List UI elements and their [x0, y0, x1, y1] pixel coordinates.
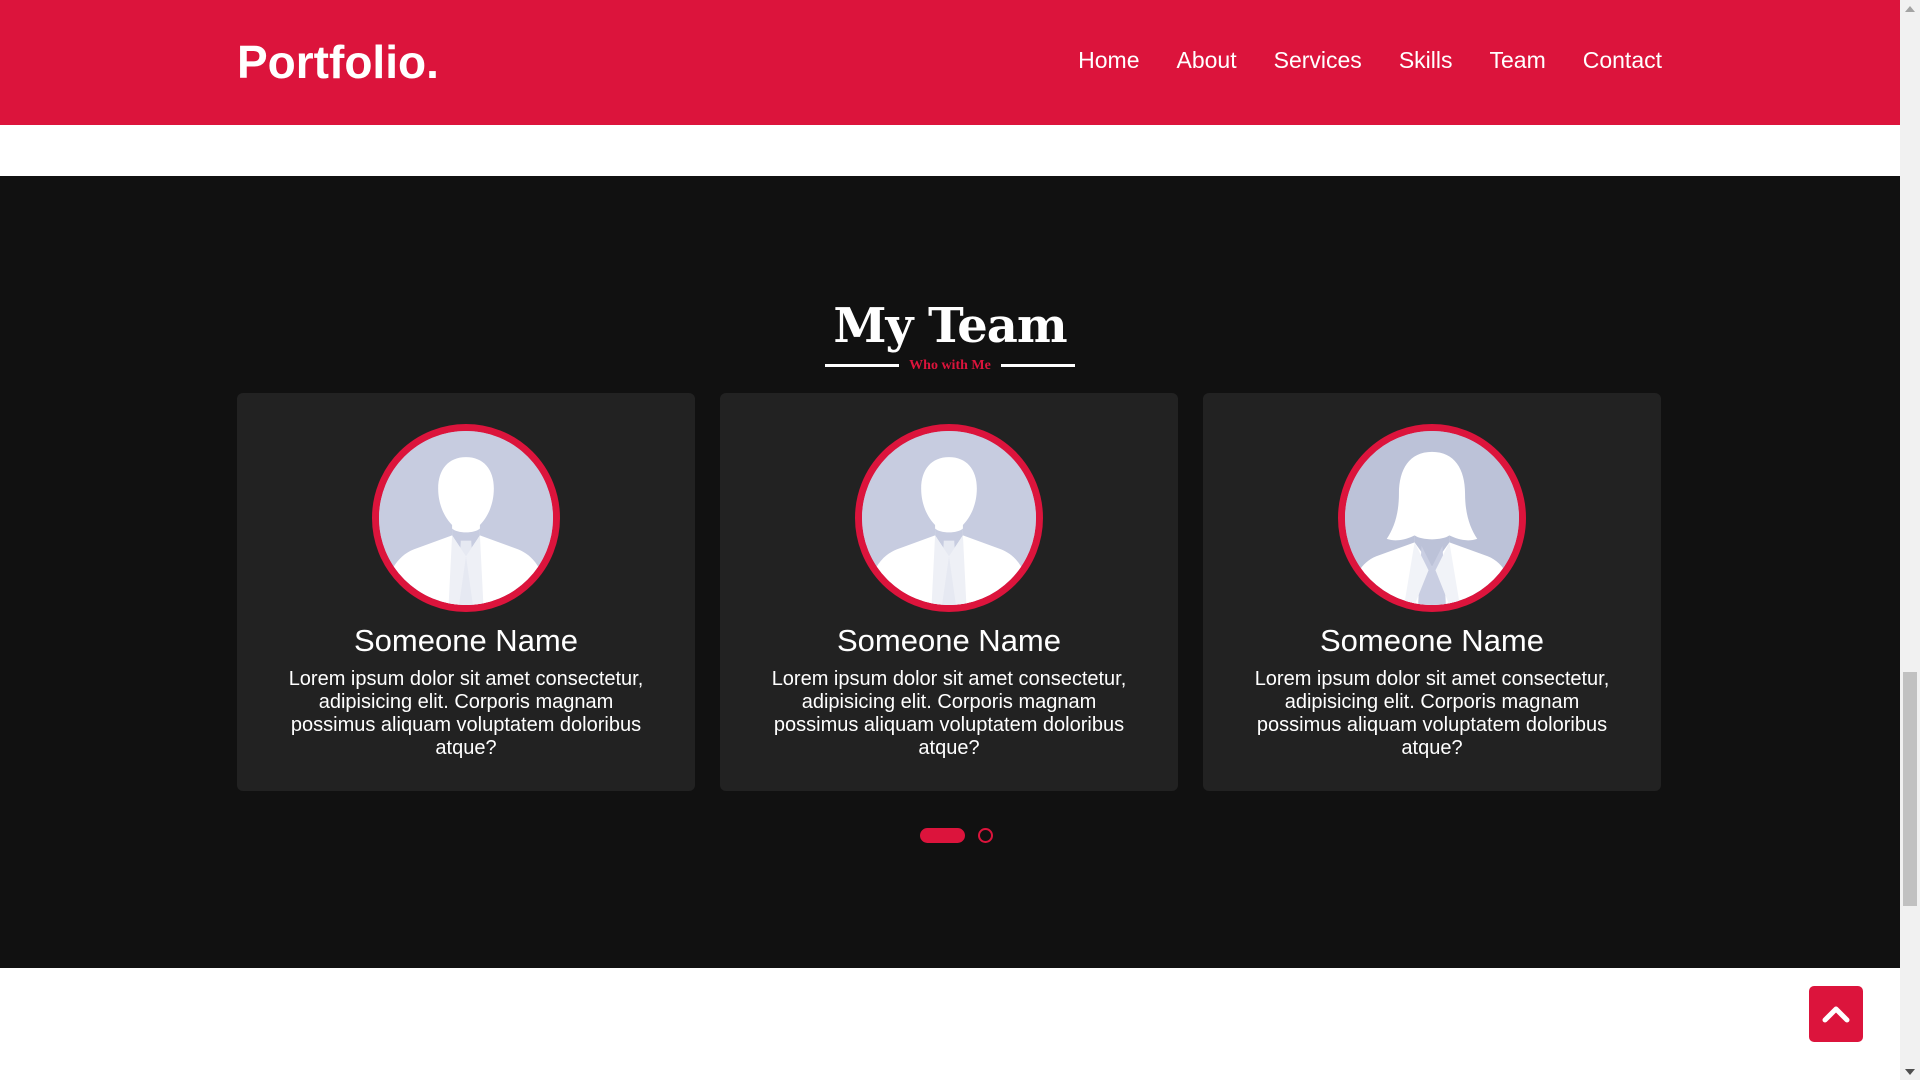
navbar: Portfolio. Home About Services Skills Te… — [0, 0, 1900, 125]
carousel-dot-2[interactable] — [977, 828, 993, 843]
team-carousel[interactable]: Someone Name Lorem ipsum dolor sit amet … — [237, 393, 1661, 791]
scroll-to-top-button[interactable] — [1809, 986, 1863, 1042]
member-description: Lorem ipsum dolor sit amet consectetur, … — [771, 668, 1127, 759]
member-name: Someone Name — [836, 623, 1061, 658]
team-section: My Team Who with Me Someone Name Lorem i… — [0, 176, 1900, 968]
member-name: Someone Name — [1319, 623, 1544, 658]
male-silhouette-icon — [379, 431, 553, 605]
chevron-up-icon — [1822, 1006, 1850, 1023]
male-silhouette-icon — [862, 431, 1036, 605]
nav-team[interactable]: Team — [1489, 46, 1545, 74]
nav-menu: Home About Services Skills Team Contact — [1078, 46, 1662, 74]
avatar — [855, 424, 1043, 612]
scroll-down-arrow[interactable] — [1900, 1063, 1920, 1080]
team-card: Someone Name Lorem ipsum dolor sit amet … — [720, 393, 1178, 791]
avatar — [372, 424, 560, 612]
brand-logo[interactable]: Portfolio. — [237, 36, 439, 88]
nav-skills[interactable]: Skills — [1399, 46, 1453, 74]
team-subtitle-row: Who with Me — [825, 356, 1075, 376]
team-title: My Team — [833, 298, 1067, 354]
member-description: Lorem ipsum dolor sit amet consectetur, … — [1254, 668, 1610, 759]
carousel-dots — [0, 828, 1900, 843]
team-card: Someone Name Lorem ipsum dolor sit amet … — [237, 393, 695, 791]
nav-home[interactable]: Home — [1078, 46, 1139, 74]
page-scrollbar[interactable] — [1900, 0, 1920, 1080]
carousel-dot-1[interactable] — [919, 828, 965, 843]
triangle-down-icon — [1905, 1068, 1915, 1075]
scrollbar-thumb[interactable] — [1903, 672, 1917, 906]
scroll-up-arrow[interactable] — [1900, 0, 1920, 17]
triangle-up-icon — [1905, 5, 1915, 12]
nav-services[interactable]: Services — [1274, 46, 1362, 74]
avatar — [1338, 424, 1526, 612]
nav-contact[interactable]: Contact — [1583, 46, 1662, 74]
team-heading: My Team Who with Me — [0, 298, 1900, 376]
female-silhouette-icon — [1345, 431, 1519, 605]
team-card: Someone Name Lorem ipsum dolor sit amet … — [1203, 393, 1661, 791]
nav-about[interactable]: About — [1177, 46, 1237, 74]
member-name: Someone Name — [353, 623, 578, 658]
member-description: Lorem ipsum dolor sit amet consectetur, … — [288, 668, 644, 759]
subtitle-divider-right — [1001, 364, 1075, 367]
